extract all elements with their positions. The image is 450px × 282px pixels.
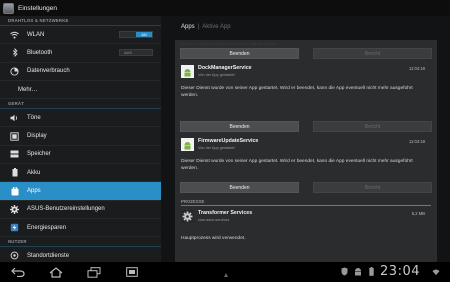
menu-dot-icon[interactable] xyxy=(222,270,230,279)
power-saving-icon xyxy=(10,223,19,232)
service-name: DockManagerService xyxy=(198,65,252,71)
service-time: 11:04:19 xyxy=(409,66,425,71)
breadcrumb-apps[interactable]: Apps xyxy=(181,24,195,30)
back-icon[interactable] xyxy=(10,266,26,278)
settings-sidebar: DRAHTLOS & NETZWERKE WLAN AN Bluetooth A… xyxy=(0,16,161,262)
section-header-processes: PROZESSE xyxy=(181,199,431,206)
toggle-off-half xyxy=(120,32,136,37)
bluetooth-icon xyxy=(10,48,19,58)
title-bar: Einstellungen xyxy=(0,0,450,16)
stop-button[interactable]: Beenden xyxy=(180,48,299,59)
sidebar-item-label: Energiesparen xyxy=(27,224,67,231)
service-description: Dieser Dienst wurde von seiner App gesta… xyxy=(181,159,413,171)
speaker-icon xyxy=(10,113,19,122)
process-item[interactable]: Transformer Services com.asus.services 5… xyxy=(181,208,431,228)
toggle-on-half xyxy=(136,50,152,55)
sidebar-item-storage[interactable]: Speicher xyxy=(0,146,161,165)
sidebar-item-sound[interactable]: Töne xyxy=(0,109,161,128)
wlan-toggle[interactable]: AN xyxy=(119,31,153,39)
sidebar-item-label: Speicher xyxy=(27,151,51,158)
battery-status-icon xyxy=(367,267,375,276)
battery-icon xyxy=(10,168,19,177)
sidebar-item-wlan[interactable]: WLAN AN xyxy=(0,26,161,45)
service-name: FirmwareUpdateService xyxy=(198,138,259,144)
sidebar-item-label: Akku xyxy=(27,169,41,176)
process-size: 5,2 MB xyxy=(411,211,425,216)
button-row: Beenden Bericht xyxy=(180,121,432,132)
android-app-icon xyxy=(181,138,194,151)
breadcrumb-separator: | xyxy=(197,24,200,30)
stop-button[interactable]: Beenden xyxy=(180,182,299,193)
report-button[interactable]: Bericht xyxy=(313,48,432,59)
sidebar-item-power-saving[interactable]: Energiesparen xyxy=(0,219,161,238)
report-button[interactable]: Bericht xyxy=(313,182,432,193)
detail-pane: Apps | Aktive App Dieser Dienst wurde vo… xyxy=(161,16,450,262)
report-button[interactable]: Bericht xyxy=(313,121,432,132)
display-icon xyxy=(10,131,19,141)
sidebar-item-more[interactable]: Mehr… xyxy=(0,81,161,100)
sidebar-item-label: Display xyxy=(27,133,47,140)
sidebar-item-display[interactable]: Display xyxy=(0,127,161,146)
service-time: 11:04:19 xyxy=(409,139,425,144)
service-item[interactable]: FirmwareUpdateService Von der App gestar… xyxy=(181,136,431,156)
data-usage-icon xyxy=(10,67,19,76)
process-package: com.asus.services xyxy=(198,217,230,222)
sidebar-item-battery[interactable]: Akku xyxy=(0,164,161,183)
service-subtitle: Von der App gestartet xyxy=(198,145,235,150)
button-row: Beenden Bericht xyxy=(180,48,432,59)
apps-icon xyxy=(10,186,19,196)
status-clock: 23:04 xyxy=(380,264,420,279)
sidebar-item-bluetooth[interactable]: Bluetooth AUS xyxy=(0,44,161,63)
toggle-on-half: AN xyxy=(136,32,152,38)
toggle-off-half: AUS xyxy=(124,50,132,55)
breadcrumb-active-app: Aktive App xyxy=(202,24,231,30)
section-header-wireless: DRAHTLOS & NETZWERKE xyxy=(0,16,161,26)
android-icon xyxy=(354,267,362,276)
window-title: Einstellungen xyxy=(18,4,58,12)
sidebar-item-location[interactable]: Standortdienste xyxy=(0,247,161,262)
section-header-user: NUTZER xyxy=(0,237,161,248)
sidebar-item-apps[interactable]: Apps xyxy=(0,182,161,201)
service-item[interactable]: DockManagerService Von der App gestartet… xyxy=(181,63,431,83)
screenshot-icon[interactable] xyxy=(124,266,140,278)
service-description: Dieser Dienst wurde von seiner App gesta… xyxy=(181,86,413,98)
location-icon xyxy=(10,251,19,260)
sidebar-item-data-usage[interactable]: Datenverbrauch xyxy=(0,63,161,81)
sidebar-item-label: Apps xyxy=(27,188,41,195)
sidebar-item-label: Datenverbrauch xyxy=(27,68,70,75)
android-app-icon xyxy=(181,65,194,78)
sidebar-item-asus-settings[interactable]: ASUS-Benutzereinstellungen xyxy=(0,201,161,219)
bluetooth-toggle[interactable]: AUS xyxy=(119,49,153,57)
gear-icon xyxy=(181,210,194,223)
recent-apps-icon[interactable] xyxy=(86,266,102,278)
settings-app-icon[interactable] xyxy=(3,2,14,14)
stop-button[interactable]: Beenden xyxy=(180,121,299,132)
sidebar-item-label: ASUS-Benutzereinstellungen xyxy=(27,206,105,213)
sidebar-item-label: Töne xyxy=(27,114,41,121)
storage-icon xyxy=(10,150,19,159)
wifi-icon xyxy=(10,30,19,39)
wifi-status-icon xyxy=(432,267,440,276)
home-icon[interactable] xyxy=(48,266,64,278)
breadcrumb: Apps | Aktive App xyxy=(161,16,450,38)
running-services-panel: Dieser Dienst wurde von seiner App gesta… xyxy=(175,40,437,262)
system-bar: 23:04 xyxy=(0,262,450,282)
process-name: Transformer Services xyxy=(198,210,253,216)
gear-icon xyxy=(10,204,19,214)
process-description: Hauptprozess wird verwendet. xyxy=(181,236,246,241)
shield-icon xyxy=(340,267,348,276)
sidebar-item-label: Standortdienste xyxy=(27,252,70,259)
sidebar-item-label: Mehr… xyxy=(18,86,38,93)
section-header-device: GERÄT xyxy=(0,99,161,110)
service-subtitle: Von der App gestartet xyxy=(198,72,235,77)
button-row: Beenden Bericht xyxy=(180,182,432,193)
